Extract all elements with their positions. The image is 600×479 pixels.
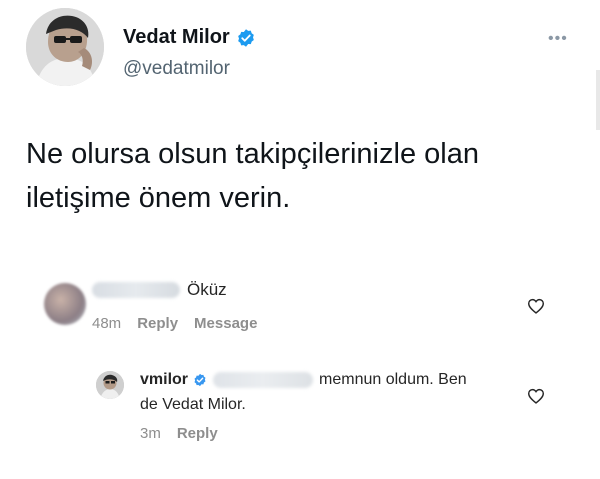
commenter-avatar[interactable]: [44, 283, 86, 325]
blurred-mention: [213, 372, 314, 388]
author-handle[interactable]: @vedatmilor: [123, 58, 230, 80]
message-button[interactable]: Message: [194, 315, 257, 332]
reply-button[interactable]: Reply: [137, 315, 178, 332]
reply-text-line-1: memnun oldum. Ben: [319, 371, 467, 388]
reply-meta: 3m Reply: [140, 425, 218, 442]
reply-username[interactable]: vmilor: [140, 371, 188, 389]
reply-text-line-2: de Vedat Milor.: [140, 396, 246, 413]
more-horizontal-icon[interactable]: •••: [548, 30, 568, 48]
comment-text: Öküz: [187, 280, 227, 299]
like-heart-icon[interactable]: [527, 298, 545, 319]
edge-divider: [596, 70, 600, 130]
tweet-text: Ne olursa olsun takipçilerinizle olan il…: [26, 138, 479, 214]
comment-meta: 48m Reply Message: [92, 315, 257, 332]
reply-avatar[interactable]: [96, 371, 124, 399]
comment-time: 48m: [92, 315, 122, 332]
author-name[interactable]: Vedat Milor: [123, 26, 230, 49]
author-name-row[interactable]: Vedat Milor: [123, 26, 256, 49]
blurred-username: [92, 282, 180, 298]
verified-badge-icon: [236, 28, 256, 48]
reply-button[interactable]: Reply: [177, 425, 218, 442]
verified-badge-icon: [193, 373, 207, 387]
reply-time: 3m: [140, 425, 161, 442]
like-heart-icon[interactable]: [527, 388, 545, 409]
reply-line-1: vmilor memnun oldum. Ben: [140, 371, 467, 389]
author-avatar[interactable]: [26, 8, 104, 86]
